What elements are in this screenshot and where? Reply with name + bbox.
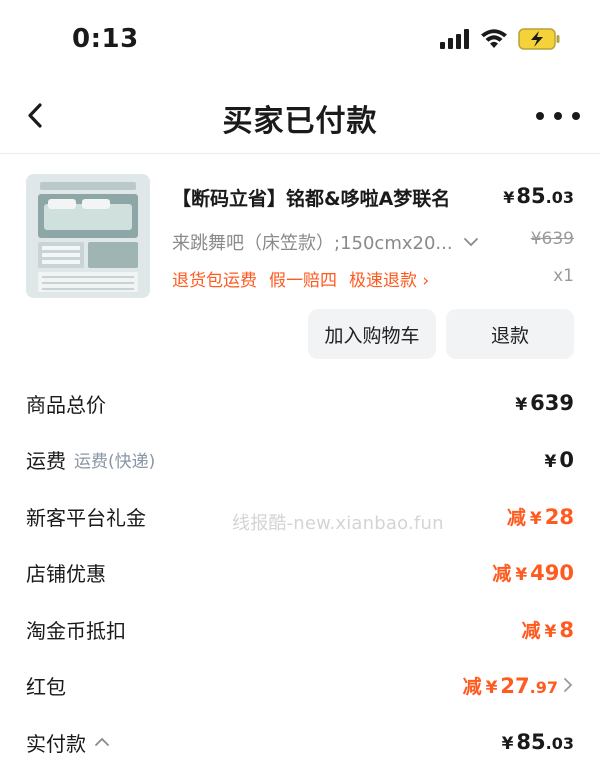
coin-deduction-label: 淘金币抵扣: [26, 618, 126, 643]
summary-row-coin-deduction: 淘金币抵扣 减 ¥8: [26, 601, 574, 658]
service-tag: 退货包运费: [172, 271, 257, 291]
shipping-value: ¥0: [545, 448, 574, 472]
amount: 8: [559, 617, 574, 642]
product-quantity: x1: [553, 266, 574, 286]
product-price: ¥85.03: [503, 184, 574, 208]
price-summary: 商品总价 ¥639 运费 运费(快递) ¥0 新客平台礼金 减 ¥28 店铺优惠 减…: [26, 375, 574, 764]
service-tag: 假一赔四: [269, 271, 337, 291]
amount-integer: 27: [500, 674, 530, 699]
status-icons: [440, 28, 560, 50]
product-thumbnail[interactable]: [26, 174, 150, 298]
currency: ¥: [515, 565, 528, 586]
paid-label: 实付款: [26, 728, 110, 757]
amount: 28: [544, 504, 574, 529]
summary-row-total: 商品总价 ¥639: [26, 375, 574, 432]
more-button[interactable]: [536, 98, 580, 134]
minus-label: 减: [492, 563, 512, 586]
currency: ¥: [529, 508, 542, 529]
watermark: 线报酷-new.xianbao.fun: [232, 513, 444, 534]
amount-decimal: .03: [545, 734, 574, 754]
status-bar: 0:13: [0, 0, 600, 80]
amount-decimal: .97: [529, 678, 558, 698]
currency: ¥: [544, 621, 557, 642]
more-dot: [554, 112, 562, 120]
service-tag: 极速退款 ›: [349, 271, 430, 291]
battery-charging-icon: [518, 28, 560, 50]
minus-label: 减: [521, 619, 541, 642]
newbie-gift-value: 减 ¥28: [507, 503, 574, 530]
amount-integer: 85: [516, 730, 546, 755]
price-currency: ¥: [503, 188, 515, 207]
summary-row-red-packet[interactable]: 红包 减 ¥27.97: [26, 658, 574, 715]
chevron-up-icon: [95, 737, 109, 747]
price-decimal: .03: [545, 188, 574, 207]
refund-button[interactable]: 退款: [446, 309, 574, 359]
more-dots-icon: [536, 112, 544, 120]
shipping-method: 运费(快递): [74, 452, 156, 473]
summary-row-store-discount: 店铺优惠 减 ¥490: [26, 545, 574, 602]
add-to-cart-button[interactable]: 加入购物车: [308, 309, 436, 359]
chevron-right-icon: [564, 678, 573, 693]
nav-bar: 买家已付款: [0, 80, 600, 154]
minus-label: 减: [462, 676, 482, 699]
amount: 0: [559, 447, 574, 472]
signal-icon: [440, 29, 469, 49]
shipping-label: 运费 运费(快递): [26, 445, 155, 474]
mattress-image-icon: [26, 174, 150, 298]
label-text: 实付款: [26, 731, 86, 756]
store-discount-value: 减 ¥490: [492, 559, 574, 586]
original-price: ¥639: [530, 229, 574, 249]
price-integer: 85: [516, 184, 546, 208]
amount: 490: [530, 561, 574, 586]
page-title: 买家已付款: [222, 104, 378, 139]
summary-row-paid[interactable]: 实付款 ¥85.03: [26, 714, 574, 764]
label-text: 运费: [26, 449, 66, 474]
amount: 639: [530, 391, 574, 416]
coin-deduction-value: 减 ¥8: [522, 616, 574, 643]
wifi-icon: [481, 29, 507, 48]
store-discount-label: 店铺优惠: [26, 562, 106, 587]
product-title[interactable]: 【断码立省】铭都&哆啦A梦联名: [172, 184, 450, 211]
order-actions: 加入购物车 退款: [308, 309, 574, 359]
sku-text: 来跳舞吧（床笠款）;150cmx20...: [172, 233, 453, 254]
total-label: 商品总价: [26, 392, 106, 417]
newbie-gift-label: 新客平台礼金: [26, 505, 146, 530]
total-value: ¥639: [515, 391, 574, 415]
red-packet-label: 红包: [26, 675, 66, 700]
summary-row-shipping: 运费 运费(快递) ¥0: [26, 432, 574, 489]
chevron-down-icon: [463, 238, 478, 247]
currency: ¥: [544, 451, 557, 472]
minus-label: 减: [506, 506, 526, 529]
paid-value: ¥85.03: [502, 730, 574, 754]
more-dot: [572, 112, 580, 120]
product-card[interactable]: 【断码立省】铭都&哆啦A梦联名 ¥85.03 来跳舞吧（床笠款）;150cmx2…: [26, 172, 576, 302]
currency: ¥: [485, 678, 498, 699]
status-time: 0:13: [72, 24, 139, 54]
red-packet-value: 减 ¥27.97: [463, 672, 574, 699]
product-sku-selector[interactable]: 来跳舞吧（床笠款）;150cmx20...: [172, 229, 479, 255]
currency: ¥: [501, 734, 514, 755]
currency: ¥: [515, 395, 528, 416]
service-tags[interactable]: 退货包运费 假一赔四 极速退款 ›: [172, 266, 429, 291]
